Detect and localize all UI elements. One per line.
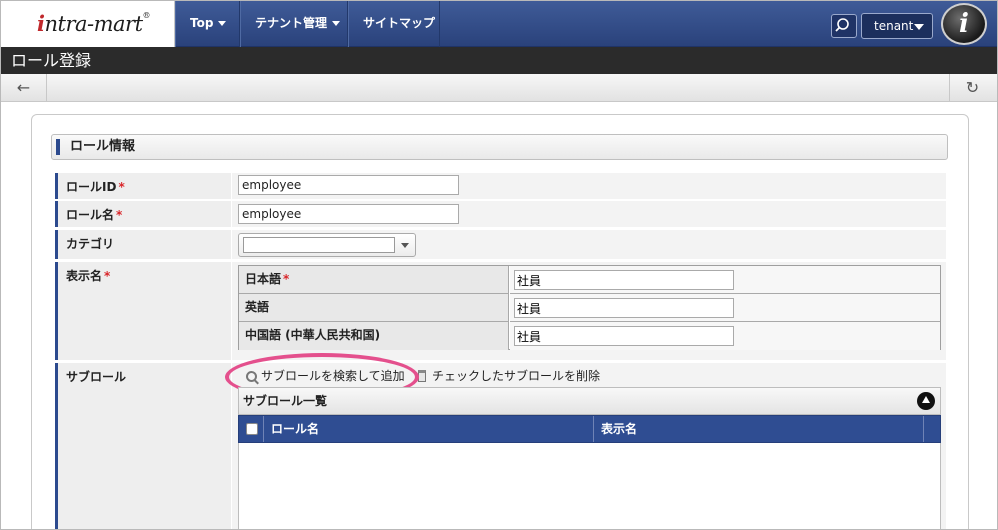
column-role-name[interactable]: ロール名 [271, 416, 319, 442]
role-name-label-text: ロール名 [66, 208, 115, 222]
category-select-value [243, 237, 395, 253]
section-title: ロール情報 [70, 139, 136, 154]
chevron-down-icon [332, 21, 341, 26]
tenant-dropdown[interactable]: tenant [861, 13, 933, 39]
required-mark: * [283, 272, 290, 286]
sub-role-list-header: サブロール一覧 [238, 387, 941, 415]
category-label: カテゴリ [55, 230, 231, 259]
role-id-label-text: ロールID [66, 180, 117, 194]
column-divider [263, 416, 264, 442]
display-name-ja-cell [510, 266, 940, 294]
display-name-table: 日本語* 英語 中国語 (中華人民共和国) [238, 265, 941, 350]
select-all-checkbox[interactable] [246, 423, 258, 435]
section-header-role-info: ロール情報 [51, 134, 948, 160]
tenant-label: tenant [874, 19, 914, 33]
required-mark: * [104, 269, 111, 283]
display-name-ja-label-text: 日本語 [245, 272, 282, 286]
sub-role-label-text: サブロール [66, 370, 127, 384]
role-id-input[interactable] [238, 175, 459, 195]
display-name-ja-input[interactable] [514, 270, 734, 290]
logo-text-rest: ntra-mart [44, 12, 143, 36]
display-name-ja-label: 日本語 * [239, 266, 509, 294]
back-arrow-icon: ← [16, 78, 31, 97]
role-name-input[interactable] [238, 204, 459, 224]
section-accent-bar [56, 139, 60, 155]
nav-sitemap-label: サイトマップ [363, 16, 436, 30]
page-root: intra-mart® Top テナント管理 サイトマップ tenant i ロ… [0, 0, 998, 530]
global-search-button[interactable] [831, 14, 857, 38]
sub-role-column-header: ロール名 表示名 [238, 415, 941, 443]
reload-button[interactable]: ↻ [949, 74, 995, 102]
delete-checked-sub-role-label: チェックしたサブロールを削除 [432, 369, 601, 383]
collapse-up-icon[interactable] [917, 392, 935, 410]
delete-checked-sub-role-button[interactable]: チェックしたサブロールを削除 [418, 368, 600, 384]
role-id-label: ロールID * [55, 173, 231, 199]
nav-top-label: Top [190, 16, 214, 30]
page-title: ロール登録 [1, 47, 997, 74]
intra-mart-logo[interactable]: intra-mart® [1, 1, 175, 47]
display-name-zh-label: 中国語 (中華人民共和国) [239, 322, 509, 350]
chevron-down-icon [914, 24, 924, 30]
role-name-label: ロール名 * [55, 201, 231, 227]
required-mark: * [118, 180, 125, 194]
column-display-name[interactable]: 表示名 [601, 416, 637, 442]
logo-registered-mark: ® [142, 11, 151, 20]
trash-icon [418, 370, 426, 382]
search-icon [835, 18, 849, 32]
top-navigation-bar: intra-mart® Top テナント管理 サイトマップ tenant i [1, 1, 997, 47]
logo-wordmark: intra-mart® [37, 11, 150, 36]
display-name-en-label: 英語 [239, 294, 509, 322]
nav-sitemap[interactable]: サイトマップ [348, 1, 440, 47]
required-mark: * [116, 208, 123, 222]
reload-icon: ↻ [965, 78, 980, 97]
user-avatar[interactable]: i [941, 3, 987, 45]
category-label-text: カテゴリ [66, 237, 115, 251]
back-button[interactable]: ← [1, 74, 47, 102]
column-divider [923, 416, 924, 442]
chevron-down-icon [401, 243, 409, 248]
chevron-down-icon [218, 21, 227, 26]
sub-role-grid-body [238, 443, 941, 529]
nav-tenant-management[interactable]: テナント管理 [240, 1, 348, 47]
display-name-en-input[interactable] [514, 298, 734, 318]
sub-role-label: サブロール [55, 363, 231, 529]
page-toolbar: ← ↻ [1, 74, 997, 102]
display-name-zh-cell [510, 322, 940, 350]
avatar-letter: i [959, 9, 969, 39]
display-name-en-label-text: 英語 [245, 300, 270, 314]
display-name-label-text: 表示名 [66, 269, 103, 283]
sub-role-list-title: サブロール一覧 [243, 394, 328, 408]
display-name-en-cell [510, 294, 940, 322]
column-divider [593, 416, 594, 442]
display-name-label: 表示名 * [55, 262, 231, 360]
nav-tenant-management-label: テナント管理 [255, 16, 328, 30]
display-name-zh-label-text: 中国語 (中華人民共和国) [245, 328, 381, 342]
nav-top[interactable]: Top [175, 1, 240, 47]
display-name-zh-input[interactable] [514, 326, 734, 346]
category-select[interactable] [238, 233, 416, 257]
